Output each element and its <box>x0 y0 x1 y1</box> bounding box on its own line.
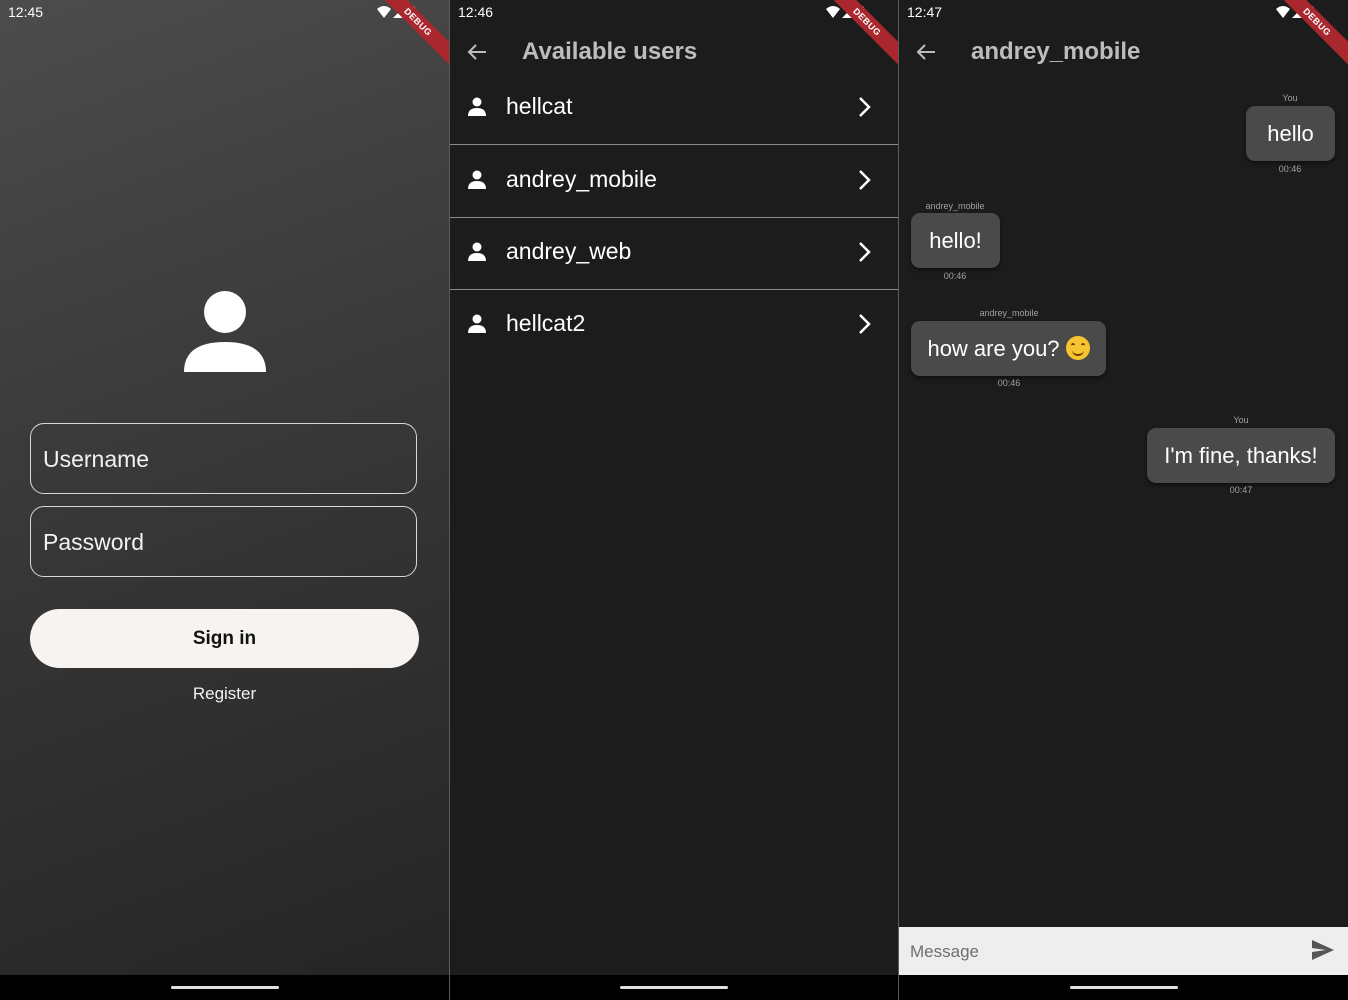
chevron-right-icon <box>859 242 871 262</box>
user-list-item[interactable]: hellcat2 <box>450 289 898 361</box>
message-bubble: how are you? <box>911 321 1106 376</box>
password-field[interactable]: Password <box>30 506 417 577</box>
back-arrow-icon[interactable] <box>466 41 488 63</box>
person-icon <box>468 170 486 189</box>
users-screen: 12:46 DEBUG Available users hellcat andr… <box>450 0 898 1000</box>
user-list-item[interactable]: hellcat <box>450 72 898 145</box>
status-bar: 12:46 <box>450 0 898 24</box>
system-nav-bar <box>0 975 449 1000</box>
username-placeholder: Username <box>43 446 150 472</box>
home-indicator[interactable] <box>620 986 728 989</box>
status-time: 12:45 <box>8 4 44 20</box>
person-icon <box>184 291 266 372</box>
status-time: 12:47 <box>907 4 943 20</box>
message-sender: You <box>1233 415 1249 425</box>
login-screen: 12:45 DEBUG Username Password Sign in Re… <box>0 0 449 1000</box>
page-title: Available users <box>522 38 698 65</box>
message-bubble: I'm fine, thanks! <box>1147 428 1335 483</box>
message-text: I'm fine, thanks! <box>1164 443 1318 468</box>
message-time: 00:47 <box>1229 485 1253 495</box>
back-arrow-icon[interactable] <box>915 41 937 63</box>
wifi-icon <box>1276 5 1290 18</box>
status-bar: 12:45 <box>0 0 449 24</box>
sign-in-button[interactable]: Sign in <box>30 609 419 668</box>
message-text: hello! <box>929 228 982 253</box>
user-name: andrey_web <box>506 238 632 264</box>
smiling-face-emoji-icon <box>1065 336 1090 360</box>
wifi-icon <box>826 5 840 18</box>
message-sender: andrey_mobile <box>979 308 1039 318</box>
status-bar: 12:47 <box>899 0 1348 24</box>
send-icon[interactable] <box>1312 940 1334 960</box>
chevron-right-icon <box>859 314 871 334</box>
message-text: hello <box>1267 121 1314 146</box>
chevron-right-icon <box>859 97 871 117</box>
user-name: andrey_mobile <box>506 166 657 192</box>
person-icon <box>468 314 486 333</box>
person-icon <box>468 242 486 261</box>
register-link[interactable]: Register <box>0 684 449 704</box>
chevron-right-icon <box>859 170 871 190</box>
wifi-icon <box>377 5 391 18</box>
user-list-item[interactable]: andrey_web <box>450 217 898 290</box>
message-text: how are you? <box>927 336 1060 361</box>
person-icon <box>468 97 486 116</box>
username-field[interactable]: Username <box>30 423 417 494</box>
chat-screen: 12:47 DEBUG andrey_mobile You hello 00:4… <box>899 0 1348 1000</box>
app-bar: andrey_mobile <box>899 24 1348 80</box>
user-name: hellcat2 <box>506 310 586 336</box>
message-time: 00:46 <box>1278 164 1302 174</box>
system-nav-bar <box>899 975 1348 1000</box>
message-sender: You <box>1282 93 1298 103</box>
message-bubble: hello <box>1246 106 1335 161</box>
message-time: 00:46 <box>997 378 1021 388</box>
password-placeholder: Password <box>43 529 144 555</box>
status-time: 12:46 <box>458 4 494 20</box>
chat-title: andrey_mobile <box>971 38 1141 65</box>
user-list-item[interactable]: andrey_mobile <box>450 145 898 218</box>
message-time: 00:46 <box>943 271 967 281</box>
user-name: hellcat <box>506 93 573 119</box>
message-composer: Message <box>899 927 1348 975</box>
home-indicator[interactable] <box>1069 986 1178 989</box>
home-indicator[interactable] <box>170 986 279 989</box>
message-bubble: hello! <box>911 213 1000 268</box>
message-sender: andrey_mobile <box>925 201 985 211</box>
system-nav-bar <box>450 975 898 1000</box>
message-input[interactable]: Message <box>910 942 979 962</box>
